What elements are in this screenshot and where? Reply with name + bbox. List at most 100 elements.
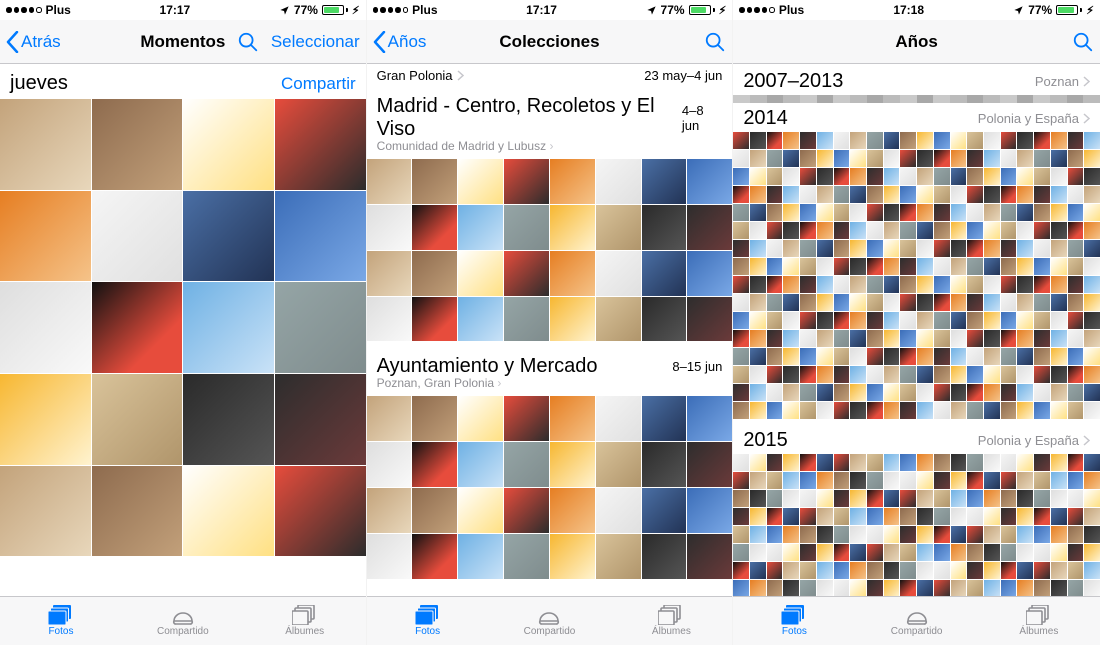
photo-thumbnail[interactable] [783,562,799,579]
photo-thumbnail[interactable] [1084,330,1100,347]
photo-thumbnail[interactable] [900,472,916,489]
photo-thumbnail[interactable] [917,366,933,383]
photo-thumbnail[interactable] [867,168,883,185]
photo-thumbnail[interactable] [1051,544,1067,561]
photo-thumbnail[interactable] [783,222,799,239]
photo-thumbnail[interactable] [1084,168,1100,185]
photo-thumbnail[interactable] [884,258,900,275]
photo-thumbnail[interactable] [834,294,850,311]
photo-thumbnail[interactable] [951,508,967,525]
photo-thumbnail[interactable] [1017,454,1033,471]
photo-thumbnail[interactable] [817,490,833,507]
photo-thumbnail[interactable] [951,366,967,383]
photo-thumbnail[interactable] [1068,384,1084,401]
photo-thumbnail[interactable] [1068,454,1084,471]
photo-thumbnail[interactable] [900,222,916,239]
photo-thumbnail[interactable] [458,396,503,441]
photo-thumbnail[interactable] [750,402,766,419]
photo-thumbnail[interactable] [800,276,816,293]
photo-thumbnail[interactable] [1017,508,1033,525]
photo-thumbnail[interactable] [1017,472,1033,489]
photo-thumbnail[interactable] [984,204,1000,221]
photo-thumbnail[interactable] [1051,168,1067,185]
photo-thumbnail[interactable] [458,488,503,533]
photo-thumbnail[interactable] [800,454,816,471]
photo-thumbnail[interactable] [917,150,933,167]
photo-thumbnail[interactable] [767,402,783,419]
photo-thumbnail[interactable] [767,490,783,507]
photo-thumbnail[interactable] [1068,544,1084,561]
photo-thumbnail[interactable] [834,508,850,525]
photo-thumbnail[interactable] [1034,330,1050,347]
photo-thumbnail[interactable] [850,384,866,401]
photo-thumbnail[interactable] [1084,562,1100,579]
photo-thumbnail[interactable] [733,544,749,561]
photo-thumbnail[interactable] [917,526,933,543]
photo-thumbnail[interactable] [917,240,933,257]
photo-thumbnail[interactable] [1001,276,1017,293]
photo-thumbnail[interactable] [1034,472,1050,489]
photo-thumbnail[interactable] [1001,490,1017,507]
collection-crumb[interactable]: Gran Polonia 23 may–4 jun [367,64,733,87]
photo-thumbnail[interactable] [1068,526,1084,543]
photo-thumbnail[interactable] [1017,132,1033,149]
photo-thumbnail[interactable] [1068,348,1084,365]
photo-thumbnail[interactable] [1051,526,1067,543]
photo-thumbnail[interactable] [1068,490,1084,507]
photo-thumbnail[interactable] [687,251,732,296]
photo-thumbnail[interactable] [1051,580,1067,596]
photo-thumbnail[interactable] [900,186,916,203]
photo-thumbnail[interactable] [1001,150,1017,167]
photo-thumbnail[interactable] [750,258,766,275]
photo-thumbnail[interactable] [767,312,783,329]
photo-thumbnail[interactable] [834,186,850,203]
photo-thumbnail[interactable] [867,204,883,221]
photo-thumbnail[interactable] [1034,348,1050,365]
photo-thumbnail[interactable] [884,150,900,167]
photo-thumbnail[interactable] [867,330,883,347]
photo-thumbnail[interactable] [687,534,732,579]
photo-thumbnail[interactable] [951,562,967,579]
photo-thumbnail[interactable] [458,534,503,579]
photo-thumbnail[interactable] [596,534,641,579]
photo-thumbnail[interactable] [800,204,816,221]
collection-grid-2[interactable] [367,396,733,578]
photo-thumbnail[interactable] [800,348,816,365]
photo-thumbnail[interactable] [504,205,549,250]
photo-thumbnail[interactable] [750,562,766,579]
photo-thumbnail[interactable] [934,508,950,525]
photo-thumbnail[interactable] [800,472,816,489]
photo-thumbnail[interactable] [884,312,900,329]
photo-thumbnail[interactable] [984,222,1000,239]
photo-thumbnail[interactable] [850,454,866,471]
photo-thumbnail[interactable] [1084,348,1100,365]
photo-thumbnail[interactable] [412,205,457,250]
photo-thumbnail[interactable] [750,544,766,561]
photo-thumbnail[interactable] [1051,384,1067,401]
photo-thumbnail[interactable] [834,366,850,383]
photo-thumbnail[interactable] [817,204,833,221]
photo-thumbnail[interactable] [367,251,412,296]
photo-thumbnail[interactable] [900,580,916,596]
photo-thumbnail[interactable] [817,186,833,203]
photo-thumbnail[interactable] [834,168,850,185]
photo-thumbnail[interactable] [550,159,595,204]
photo-thumbnail[interactable] [817,294,833,311]
photo-thumbnail[interactable] [984,490,1000,507]
collection-header-2[interactable]: Ayuntamiento y Mercado 8–15 jun [367,341,733,378]
photo-thumbnail[interactable] [867,366,883,383]
photo-thumbnail[interactable] [750,312,766,329]
photo-thumbnail[interactable] [733,168,749,185]
photo-thumbnail[interactable] [850,132,866,149]
photo-thumbnail[interactable] [934,204,950,221]
photo-thumbnail[interactable] [92,374,183,465]
photo-thumbnail[interactable] [900,204,916,221]
photo-thumbnail[interactable] [1017,348,1033,365]
photo-thumbnail[interactable] [917,258,933,275]
photo-thumbnail[interactable] [834,132,850,149]
photo-thumbnail[interactable] [596,159,641,204]
photo-thumbnail[interactable] [1068,168,1084,185]
photo-thumbnail[interactable] [984,312,1000,329]
photo-thumbnail[interactable] [783,454,799,471]
photo-thumbnail[interactable] [733,454,749,471]
